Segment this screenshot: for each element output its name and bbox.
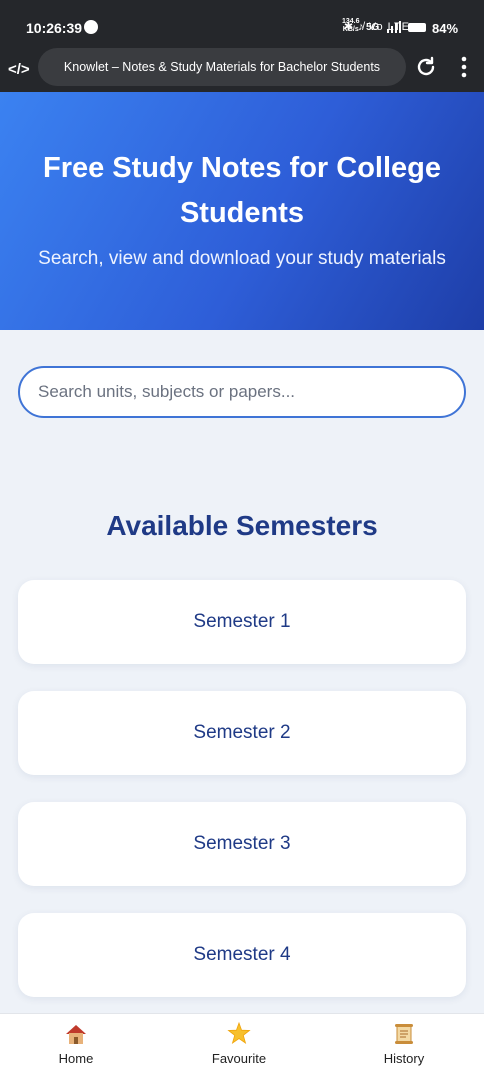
network-type: 5G [366,22,380,33]
house-icon [66,1025,86,1044]
star-icon [227,1022,251,1044]
hero-banner: Free Study Notes for College Students Se… [0,92,484,330]
reload-icon[interactable] [414,55,438,79]
section-title: Available Semesters [106,510,378,541]
nav-history-label: History [383,1051,425,1066]
nav-history[interactable]: History [344,1014,464,1081]
battery-percent: 84% [432,21,459,36]
more-vertical-icon[interactable] [456,54,472,80]
nav-favourite[interactable]: Favourite [179,1014,299,1081]
network-speed-unit: KB/s [342,26,359,33]
battery-icon [408,23,426,32]
app-notification-icon [84,20,98,34]
scroll-icon [395,1024,413,1044]
network-speed: 134.6 KB/s [342,18,360,34]
site-info-icon[interactable]: </> [8,61,30,78]
clock: 10:26:39 [26,20,83,36]
nav-home-label: Home [58,1051,94,1066]
status-bar: 10:26:39 ✱ ♪̸ Vo LTE 134.6 KB/s 5G 84% [0,0,484,48]
hero-title: Free Study Notes for College Students [42,152,441,229]
nav-favourite-label: Favourite [211,1051,267,1066]
signal-icon [387,21,401,33]
semester-card[interactable]: Semester 4 [18,913,466,997]
semester-card[interactable]: Semester 3 [18,802,466,886]
semester-card[interactable]: Semester 1 [18,580,466,664]
search-input[interactable] [18,366,466,418]
browser-toolbar: </> Knowlet – Notes & Study Materials fo… [0,48,484,92]
hero-subtitle: Search, view and download your study mat… [38,248,446,269]
semester-card[interactable]: Semester 2 [18,691,466,775]
address-bar[interactable]: Knowlet – Notes & Study Materials for Ba… [38,48,406,86]
network-speed-value: 134.6 [342,18,360,25]
nav-home[interactable]: Home [16,1014,136,1081]
bottom-nav: Home Favourite History [0,1013,484,1081]
